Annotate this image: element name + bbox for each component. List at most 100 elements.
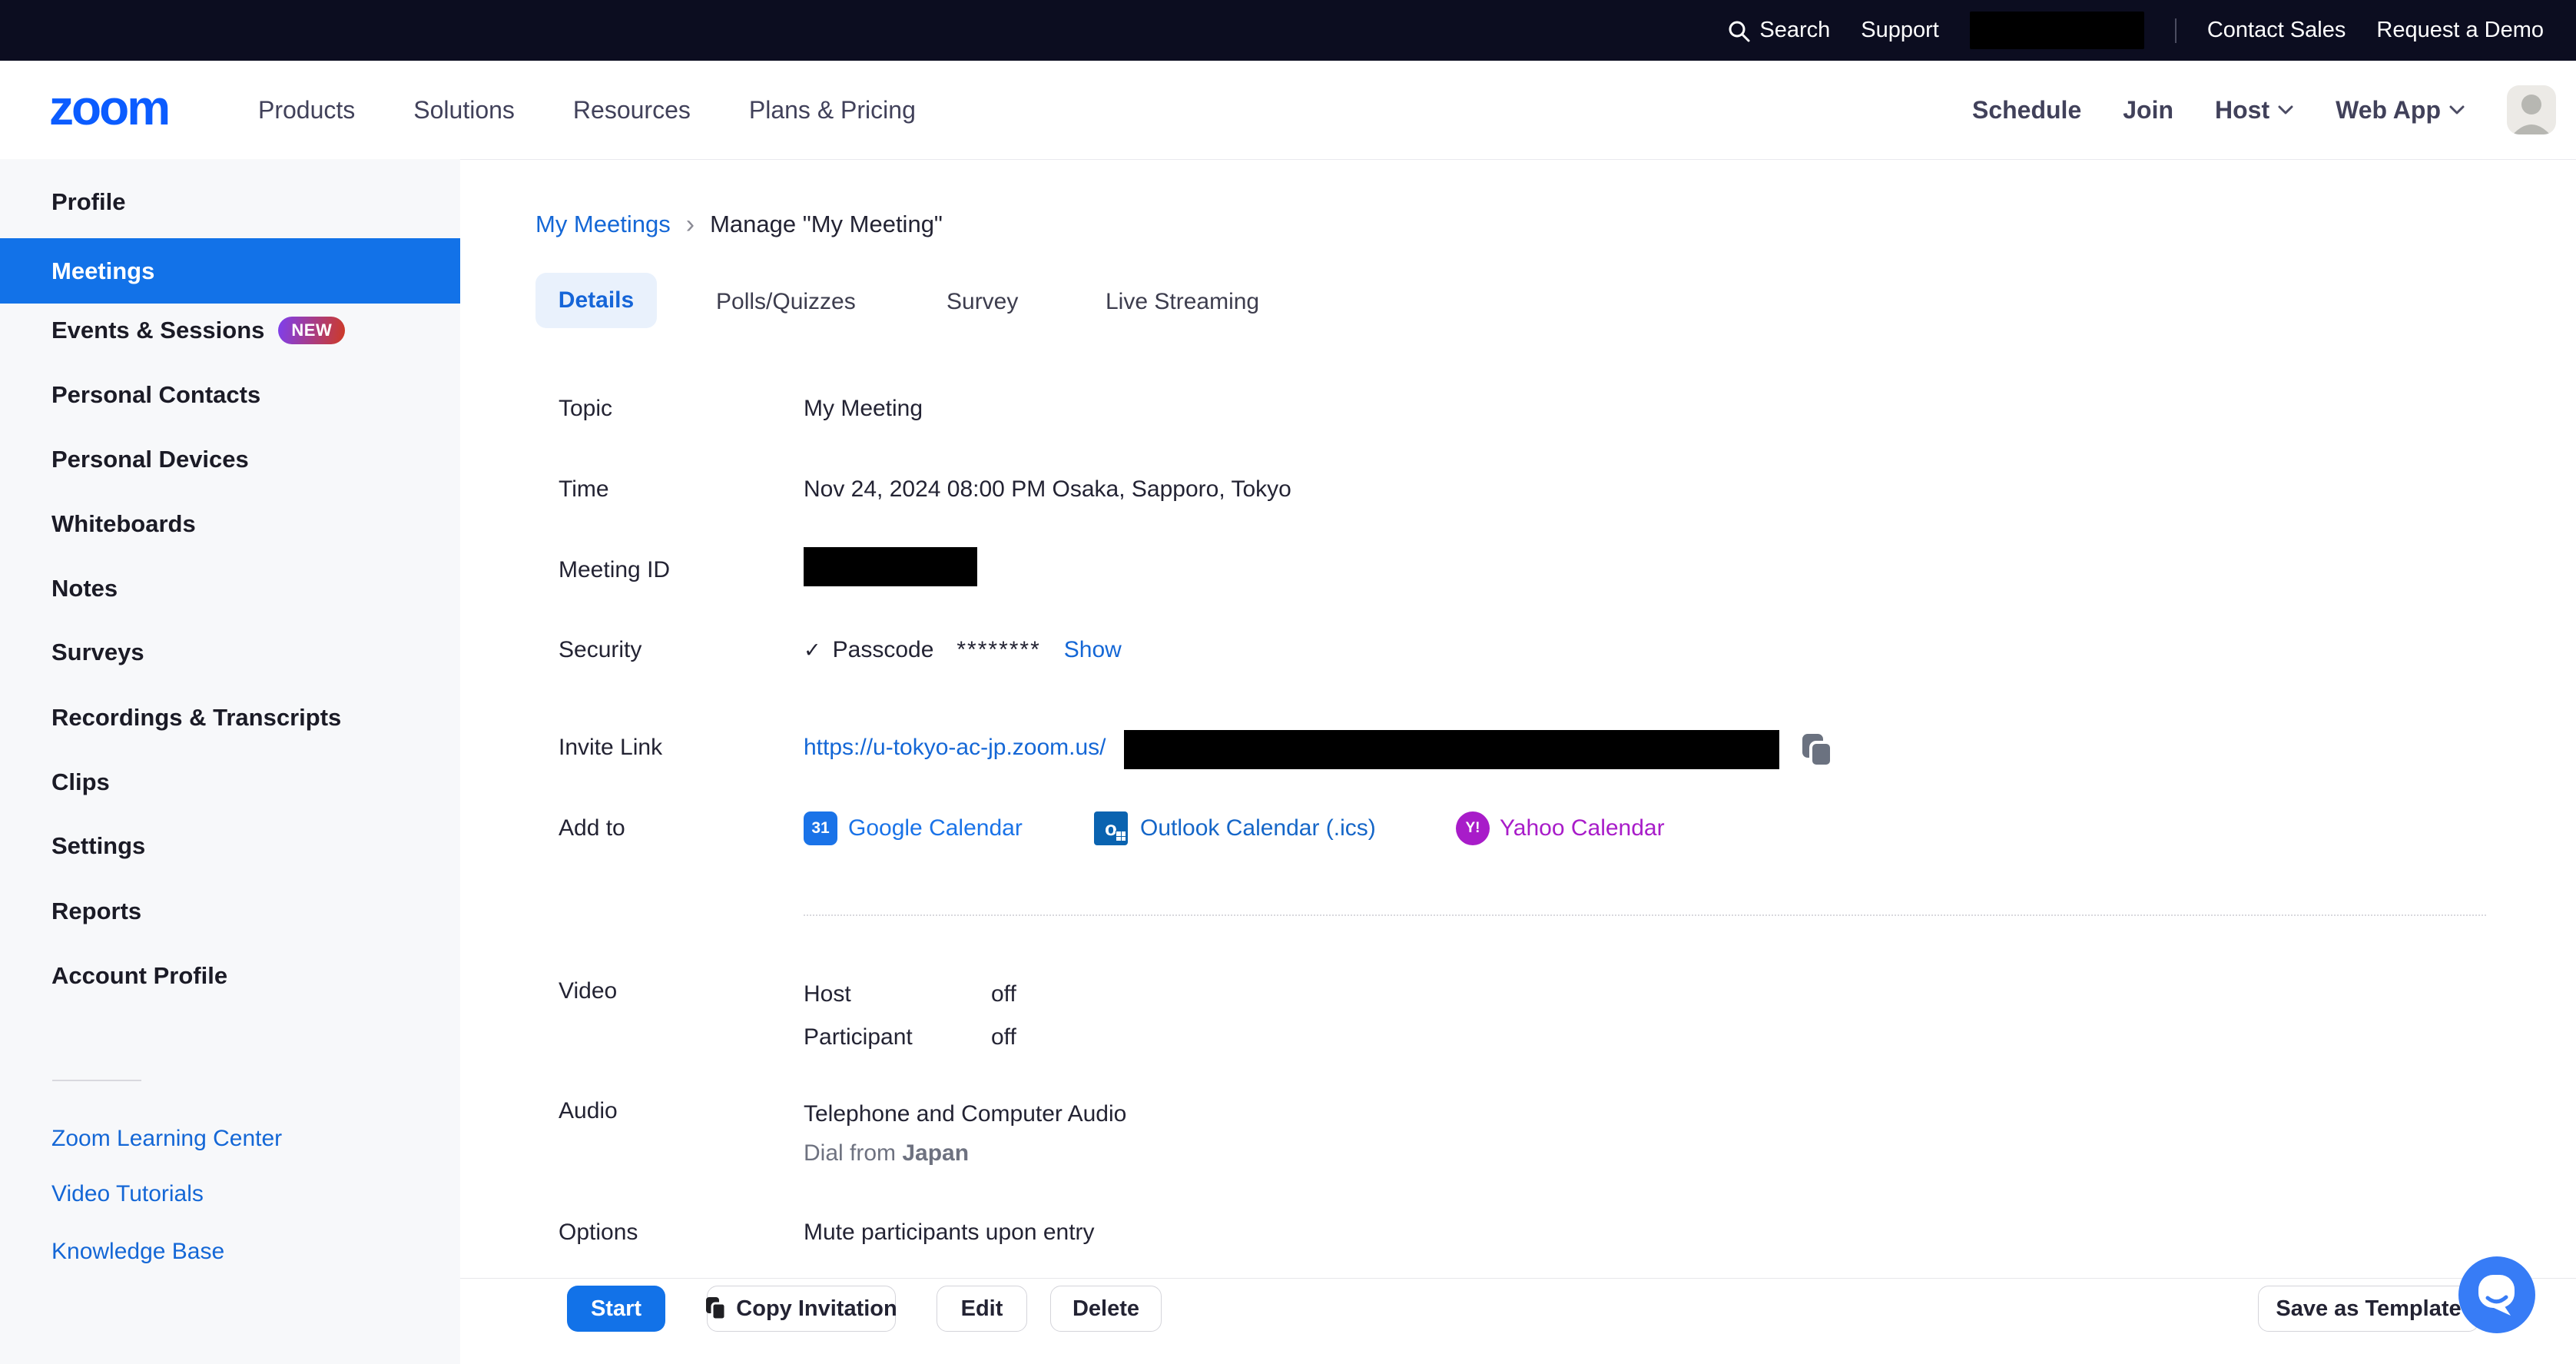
sidebar-link-knowledge-base[interactable]: Knowledge Base xyxy=(51,1229,224,1275)
outlook-calendar-link[interactable]: Outlook Calendar (.ics) xyxy=(1140,815,1376,841)
start-button[interactable]: Start xyxy=(567,1286,665,1332)
sidebar-item-personal-devices[interactable]: Personal Devices xyxy=(0,436,460,483)
video-participant-label: Participant xyxy=(804,1024,913,1050)
sidebar-item-recordings-transcripts[interactable]: Recordings & Transcripts xyxy=(0,695,460,741)
sidebar-item-clips[interactable]: Clips xyxy=(0,759,460,805)
chat-support-fab[interactable] xyxy=(2458,1256,2535,1333)
sidebar: Profile Meetings Events & Sessions NEW P… xyxy=(0,159,460,1364)
yahoo-calendar-link[interactable]: Yahoo Calendar xyxy=(1500,815,1665,841)
video-host-value: off xyxy=(991,981,1016,1007)
nav-links-left: Products Solutions Resources Plans & Pri… xyxy=(258,61,916,159)
nav-links-right: Schedule Join Host Web App xyxy=(1972,61,2556,159)
sidebar-item-label: Whiteboards xyxy=(51,501,196,547)
nav-resources[interactable]: Resources xyxy=(573,96,691,124)
sidebar-divider xyxy=(52,1080,141,1081)
security-row: ✓ Passcode ******** Show xyxy=(804,637,1122,663)
tab-survey[interactable]: Survey xyxy=(947,289,1018,315)
redacted-meeting-id xyxy=(804,547,977,586)
person-icon xyxy=(2507,85,2556,134)
options-value: Mute participants upon entry xyxy=(804,1220,1095,1246)
sidebar-link-zoom-learning-center[interactable]: Zoom Learning Center xyxy=(51,1116,282,1162)
sidebar-item-label: Settings xyxy=(51,823,145,869)
sidebar-item-notes[interactable]: Notes xyxy=(0,566,460,612)
sidebar-item-label: Reports xyxy=(51,888,141,934)
passcode-mask: ******** xyxy=(956,637,1040,663)
nav-web-app-label: Web App xyxy=(2336,96,2441,124)
sidebar-item-settings[interactable]: Settings xyxy=(0,823,460,869)
redacted-account-text xyxy=(1970,12,2144,49)
sidebar-item-surveys[interactable]: Surveys xyxy=(0,629,460,675)
breadcrumb: My Meetings › Manage "My Meeting" xyxy=(535,211,943,238)
sidebar-item-label: Events & Sessions xyxy=(51,307,264,353)
copy-icon xyxy=(705,1296,727,1321)
google-calendar-link[interactable]: Google Calendar xyxy=(848,815,1023,841)
sidebar-item-personal-contacts[interactable]: Personal Contacts xyxy=(0,372,460,418)
video-participant-value: off xyxy=(991,1024,1016,1050)
sidebar-link-video-tutorials[interactable]: Video Tutorials xyxy=(51,1171,204,1217)
request-demo-link[interactable]: Request a Demo xyxy=(2376,18,2544,43)
chevron-down-icon xyxy=(2448,105,2465,115)
tab-polls-quizzes[interactable]: Polls/Quizzes xyxy=(716,289,856,315)
top-utility-links: Search Support Contact Sales Request a D… xyxy=(1727,0,2544,61)
user-avatar[interactable] xyxy=(2507,85,2556,134)
meeting-id-label: Meeting ID xyxy=(559,557,670,583)
nav-products[interactable]: Products xyxy=(258,96,355,124)
sidebar-item-label: Personal Devices xyxy=(51,436,249,483)
dial-from-label: Dial from xyxy=(804,1140,896,1166)
sidebar-item-profile[interactable]: Profile xyxy=(0,179,460,225)
chevron-down-icon xyxy=(2277,105,2294,115)
sidebar-item-label: Surveys xyxy=(51,629,144,675)
redacted-invite-url xyxy=(1124,730,1779,769)
sidebar-item-whiteboards[interactable]: Whiteboards xyxy=(0,501,460,547)
edit-button[interactable]: Edit xyxy=(937,1286,1027,1332)
tab-live-streaming[interactable]: Live Streaming xyxy=(1106,289,1259,315)
zoom-web-portal: Search Support Contact Sales Request a D… xyxy=(0,0,2576,1364)
yahoo-calendar-icon[interactable]: Y! xyxy=(1456,811,1490,845)
save-as-template-button[interactable]: Save as Template xyxy=(2258,1286,2479,1332)
zoom-logo[interactable]: zoom xyxy=(49,79,168,136)
search-button[interactable]: Search xyxy=(1727,18,1830,43)
delete-button[interactable]: Delete xyxy=(1050,1286,1162,1332)
time-label: Time xyxy=(559,476,609,503)
copy-invitation-button[interactable]: Copy Invitation xyxy=(707,1286,896,1332)
copy-link-icon[interactable] xyxy=(1801,732,1833,768)
sidebar-item-account-profile[interactable]: Account Profile xyxy=(0,953,460,999)
add-to-label: Add to xyxy=(559,815,625,841)
contact-sales-link[interactable]: Contact Sales xyxy=(2207,18,2346,43)
nav-schedule[interactable]: Schedule xyxy=(1972,96,2081,124)
topbar-divider xyxy=(2175,18,2177,43)
nav-join[interactable]: Join xyxy=(2123,96,2173,124)
breadcrumb-my-meetings[interactable]: My Meetings xyxy=(535,211,671,238)
audio-label: Audio xyxy=(559,1098,618,1124)
sidebar-item-reports[interactable]: Reports xyxy=(0,888,460,934)
nav-host-menu[interactable]: Host xyxy=(2215,96,2294,124)
outlook-calendar-icon[interactable]: o xyxy=(1094,811,1128,845)
sidebar-item-label: Recordings & Transcripts xyxy=(51,695,341,741)
breadcrumb-chevron-icon: › xyxy=(686,211,695,237)
google-calendar-icon[interactable]: 31 xyxy=(804,811,837,845)
sidebar-item-events-sessions[interactable]: Events & Sessions NEW xyxy=(0,307,460,353)
time-value: Nov 24, 2024 08:00 PM Osaka, Sapporo, To… xyxy=(804,476,1291,503)
sidebar-item-label: Personal Contacts xyxy=(51,372,260,418)
security-label: Security xyxy=(559,637,642,663)
breadcrumb-current: Manage "My Meeting" xyxy=(710,211,943,238)
tab-details[interactable]: Details xyxy=(535,273,657,328)
sidebar-item-meetings[interactable]: Meetings xyxy=(0,238,460,304)
show-passcode-link[interactable]: Show xyxy=(1064,637,1122,663)
passcode-label: Passcode xyxy=(833,637,934,663)
checkmark-icon: ✓ xyxy=(804,639,821,662)
dial-from-country: Japan xyxy=(902,1140,969,1166)
invite-link-label: Invite Link xyxy=(559,735,662,761)
outlook-icon-grid xyxy=(1116,831,1126,841)
topic-label: Topic xyxy=(559,396,612,422)
sidebar-item-label: Account Profile xyxy=(51,953,227,999)
section-divider xyxy=(804,914,2486,916)
nav-solutions[interactable]: Solutions xyxy=(413,96,515,124)
support-link[interactable]: Support xyxy=(1861,18,1939,43)
options-label: Options xyxy=(559,1220,638,1246)
invite-url-link[interactable]: https://u-tokyo-ac-jp.zoom.us/ xyxy=(804,735,1106,761)
nav-web-app-menu[interactable]: Web App xyxy=(2336,96,2465,124)
nav-plans-pricing[interactable]: Plans & Pricing xyxy=(749,96,916,124)
sidebar-item-label: Meetings xyxy=(51,238,154,304)
audio-value: Telephone and Computer Audio xyxy=(804,1101,1126,1127)
